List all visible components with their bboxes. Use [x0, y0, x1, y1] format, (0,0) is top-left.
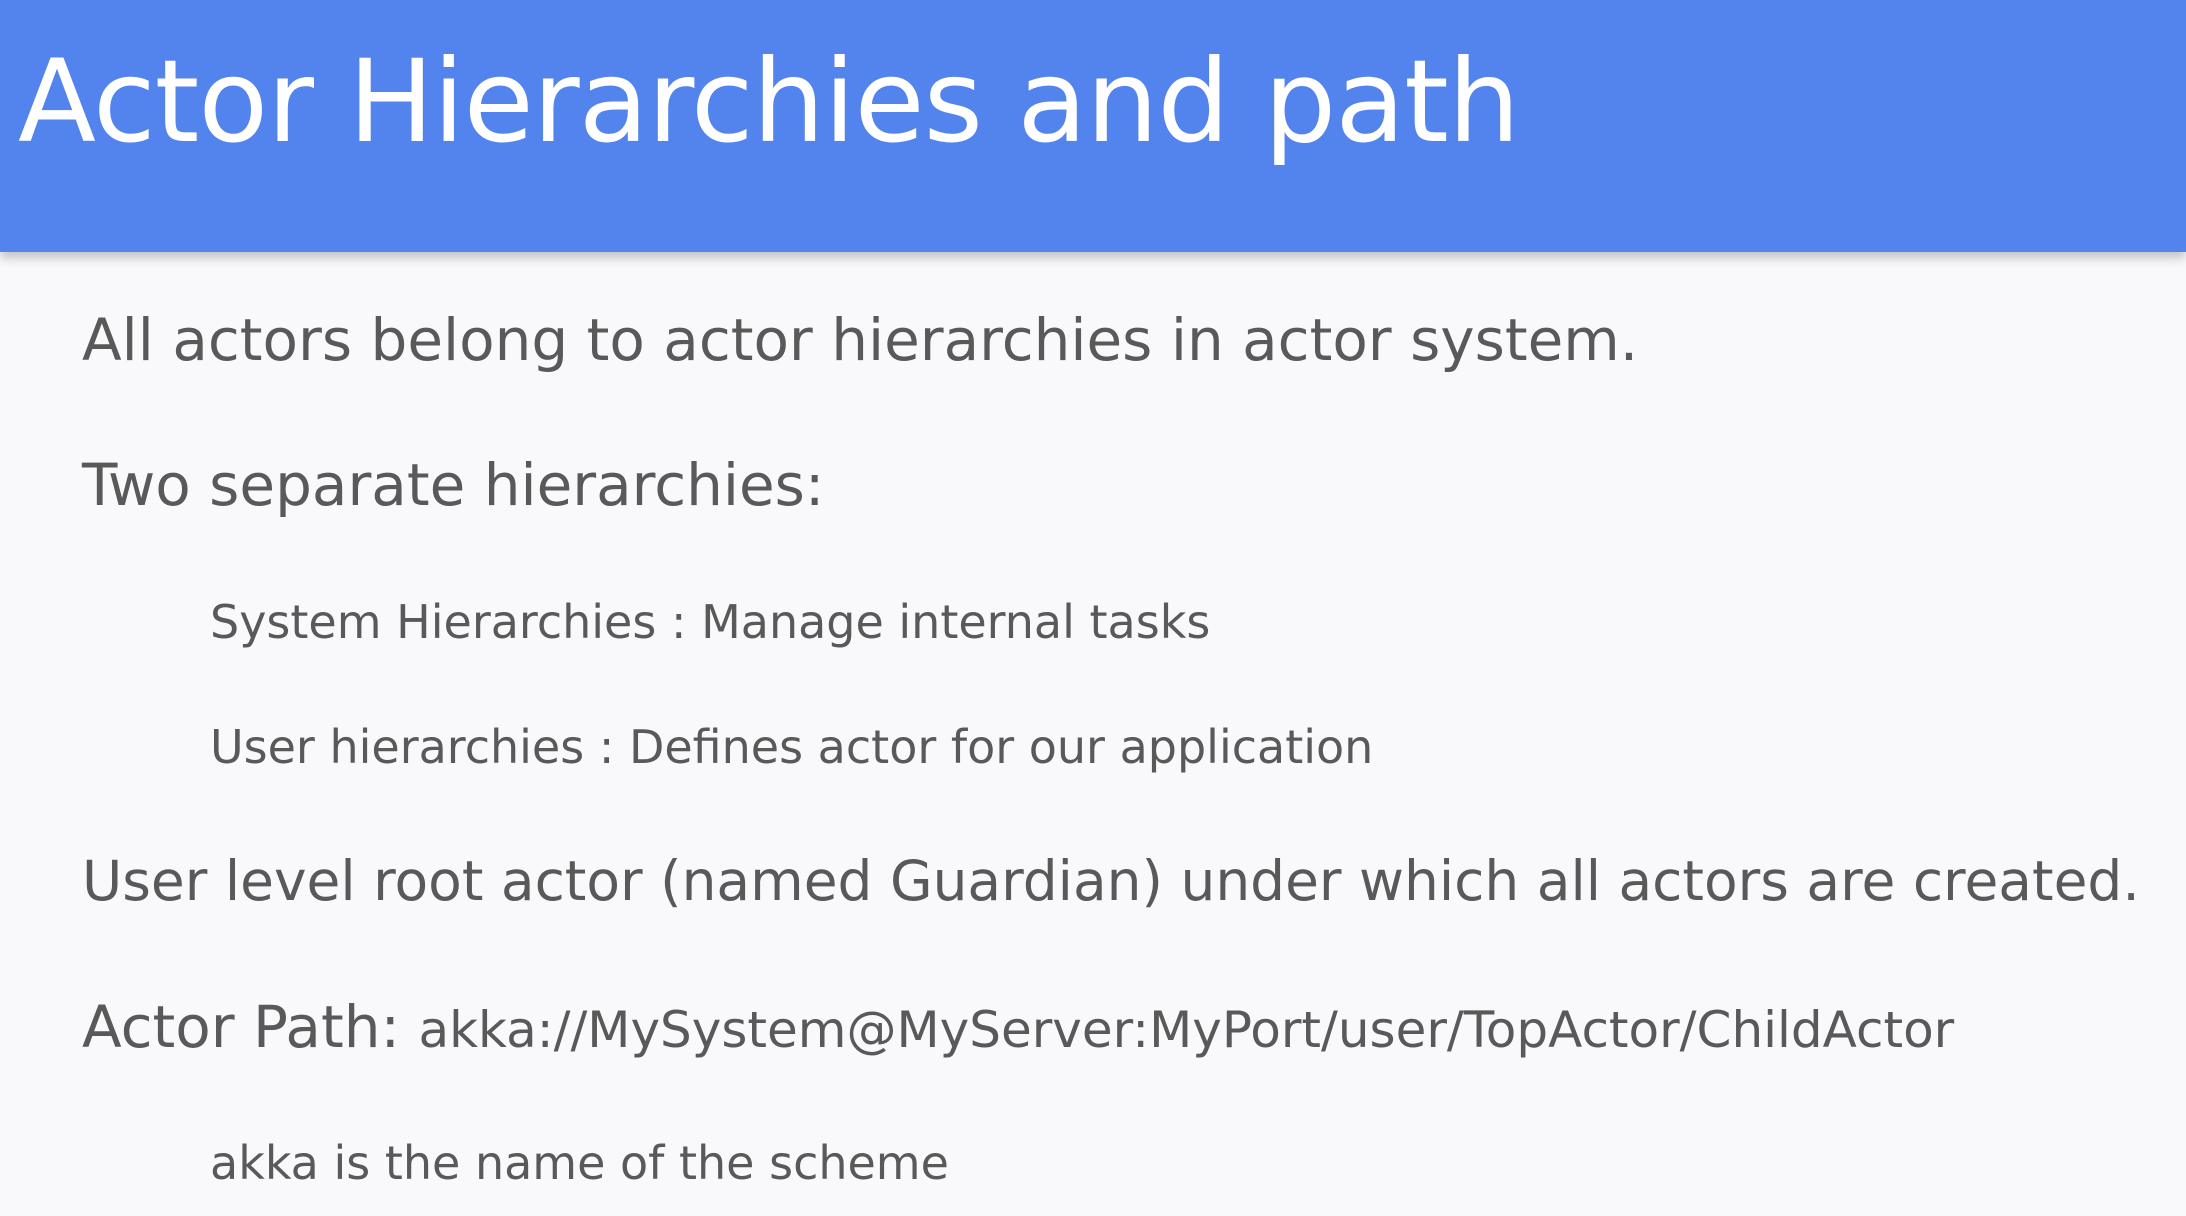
actor-path-value: akka://MySystem@MyServer:MyPort/user/Top…	[418, 1001, 1955, 1059]
slide: Actor Hierarchies and path All actors be…	[0, 0, 2186, 1216]
actor-path-line: Actor Path: akka://MySystem@MyServer:MyP…	[82, 993, 1954, 1063]
title-bar: Actor Hierarchies and path	[0, 0, 2186, 252]
bullet-actor-hierarchies: All actors belong to actor hierarchies i…	[82, 306, 1639, 374]
sub-bullet-scheme: akka is the name of the scheme	[210, 1136, 949, 1190]
bullet-guardian: User level root actor (named Guardian) u…	[82, 849, 2140, 913]
slide-title: Actor Hierarchies and path	[18, 35, 1520, 168]
sub-bullet-system-hierarchies: System Hierarchies : Manage internal tas…	[210, 595, 1211, 649]
sub-bullet-user-hierarchies: User hierarchies : Defines actor for our…	[210, 720, 1374, 774]
bullet-two-hierarchies: Two separate hierarchies:	[82, 451, 825, 519]
actor-path-label: Actor Path:	[82, 993, 401, 1061]
